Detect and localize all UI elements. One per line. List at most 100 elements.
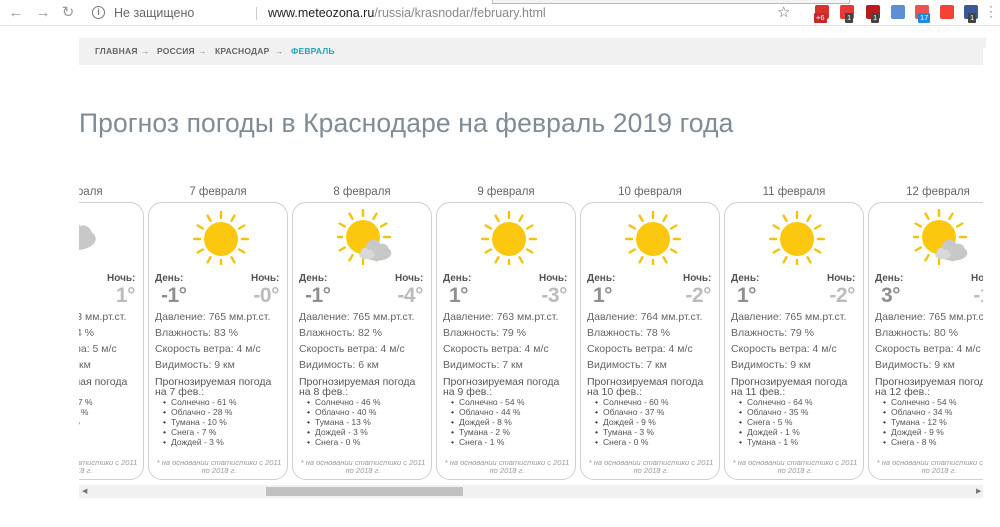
breadcrumb-home[interactable]: ГЛАВНАЯ bbox=[95, 38, 138, 65]
breadcrumb-russia[interactable]: РОССИЯ bbox=[157, 38, 195, 65]
extension-cart-icon[interactable] bbox=[891, 5, 905, 19]
statistics-note: * на основании статистики с 2011 по 2018… bbox=[588, 458, 714, 475]
weather-stat: Давление: 763 мм.рт.ст. bbox=[443, 311, 559, 323]
day-column: 9 февраля День: Ночь: 1° -3° Давление: 763 мм… bbox=[436, 180, 576, 480]
bookmark-star-icon[interactable]: ☆ bbox=[777, 3, 790, 21]
breadcrumb-separator: → bbox=[275, 46, 284, 56]
day-temperature: 3° bbox=[881, 284, 901, 307]
forecast-title: Прогнозируемая погода на 6 фев.: bbox=[79, 376, 128, 388]
back-arrow-icon[interactable]: ← bbox=[6, 3, 26, 23]
weather-stat: Скорость ветра: 4 м/с bbox=[875, 343, 981, 355]
forecast-item: Облачно - 28 % bbox=[163, 407, 287, 417]
extension-badge: 1 bbox=[845, 13, 854, 23]
day-column: 12 февраля День:Ночь:3°-1°Давление: 765 м… bbox=[868, 180, 986, 480]
extension-yandex-icon[interactable] bbox=[940, 5, 954, 19]
day-label: День: bbox=[731, 273, 760, 284]
night-label: Ночь: bbox=[683, 273, 712, 284]
day-card[interactable]: День: Ночь: -1° -0° Давление: 765 мм.рт.ст. В… bbox=[148, 202, 288, 480]
extension-badge: 1 bbox=[968, 13, 977, 23]
sun-icon bbox=[193, 210, 249, 265]
scrollbar-thumb[interactable] bbox=[266, 487, 463, 496]
forecast-item: Облачно - 40 % bbox=[307, 407, 431, 417]
weather-stat: Влажность: 79 % bbox=[443, 327, 526, 339]
forecast-item: Дождей - 9 % bbox=[883, 427, 986, 437]
reload-icon[interactable]: ↻ bbox=[58, 3, 78, 23]
forecast-item: Тумана - 13 % bbox=[307, 417, 431, 427]
weather-stat: Скорость ветра: 4 м/с bbox=[155, 343, 261, 355]
notification-overlay bbox=[492, 0, 850, 4]
day-card[interactable]: День:Ночь:1°Давление: 763 мм.рт.ст.Влажн… bbox=[79, 202, 144, 480]
forecast-item: Солнечно - 54 % bbox=[451, 397, 575, 407]
weather-stat: Скорость ветра: 4 м/с bbox=[587, 343, 693, 355]
scroll-left-arrow-icon[interactable]: ◀ bbox=[82, 486, 87, 497]
menu-icon[interactable]: · · · bbox=[988, 0, 994, 22]
forecast-list: Солнечно - 57 %Облачно - 30 %Дождей - 9 … bbox=[79, 397, 143, 437]
url-text[interactable]: www.meteozona.ru/russia/krasnodar/februa… bbox=[268, 3, 546, 23]
breadcrumb-krasnodar[interactable]: КРАСНОДАР bbox=[215, 38, 269, 65]
day-card[interactable]: День: Ночь: -1° -4° Давление: 765 мм.рт.ст. В… bbox=[292, 202, 432, 480]
day-card[interactable]: День:Ночь:3°-1°Давление: 765 мм.рт.ст.Вл… bbox=[868, 202, 986, 480]
breadcrumb-separator: → bbox=[198, 46, 207, 56]
forecast-list: Солнечно - 64 %Облачно - 35 %Снега - 5 %… bbox=[739, 397, 863, 447]
scroll-right-arrow-icon[interactable]: ▶ bbox=[976, 486, 981, 497]
forecast-item: Солнечно - 57 % bbox=[79, 397, 143, 407]
weather-stat: Влажность: 78 % bbox=[587, 327, 670, 339]
night-temperature: -2° bbox=[829, 284, 855, 307]
sun-icon bbox=[481, 210, 537, 265]
statistics-note: * на основании статистики с 2011 по 2018… bbox=[444, 458, 570, 475]
forecast-item: Облачно - 35 % bbox=[739, 407, 863, 417]
day-temperature: -1° bbox=[305, 284, 331, 307]
sun-cloud-icon bbox=[913, 209, 968, 265]
forecast-title: Прогнозируемая погода на 9 фев.: bbox=[443, 376, 560, 398]
night-temperature: 1° bbox=[115, 284, 136, 307]
forecast-item: Облачно - 44 % bbox=[451, 407, 575, 417]
day-label: День: bbox=[299, 273, 328, 284]
day-column: 7 февраля День: Ночь: -1° -0° Давление: 765 м… bbox=[148, 180, 288, 480]
vertical-scrollbar[interactable] bbox=[983, 48, 1000, 527]
forecast-item: Снега - 4 % bbox=[79, 427, 143, 437]
weather-stat: Давление: 765 мм.рт.ст. bbox=[875, 311, 986, 323]
night-temperature: -3° bbox=[541, 284, 567, 307]
day-card[interactable]: День: Ночь: 1° -2° Давление: 765 мм.рт.ст. Вл… bbox=[724, 202, 864, 480]
day-temperature: 1° bbox=[593, 284, 613, 307]
weather-stat: Влажность: 94 % bbox=[79, 327, 94, 339]
weather-stat: Влажность: 80 % bbox=[875, 327, 958, 339]
day-date: 12 февраля bbox=[906, 186, 970, 198]
extension-badge: 17 bbox=[918, 13, 931, 23]
forecast-item: Солнечно - 61 % bbox=[163, 397, 287, 407]
statistics-note: * на основании статистики с 2011 по 2018… bbox=[79, 458, 138, 475]
address-bar[interactable]: i Не защищено www.meteozona.ru/russia/kr… bbox=[88, 3, 798, 23]
info-icon[interactable]: i bbox=[92, 6, 105, 19]
weather-stat: Видимость: 9 км bbox=[875, 359, 955, 371]
breadcrumb-separator: → bbox=[141, 46, 150, 56]
horizontal-scrollbar[interactable]: ◀ ▶ bbox=[79, 485, 986, 498]
weather-stat: Влажность: 83 % bbox=[155, 327, 238, 339]
forecast-list: Солнечно - 61 %Облачно - 28 %Тумана - 10… bbox=[163, 397, 287, 447]
forward-arrow-icon[interactable]: → bbox=[33, 3, 53, 23]
forecast-title: Прогнозируемая погода на 10 фев.: bbox=[587, 376, 704, 398]
night-label: Ночь: bbox=[827, 273, 856, 284]
day-column: 11 февраля День: Ночь: 1° -2° Давление: 765 м… bbox=[724, 180, 864, 480]
day-temperature: 1° bbox=[449, 284, 469, 307]
night-temperature: -0° bbox=[253, 284, 279, 307]
forecast-item: Облачно - 34 % bbox=[883, 407, 986, 417]
forecast-item: Дождей - 3 % bbox=[307, 427, 431, 437]
forecast-item: Дождей - 9 % bbox=[595, 417, 719, 427]
day-date: 6 февраля bbox=[79, 186, 103, 198]
weather-stat: Видимость: 9 км bbox=[731, 359, 811, 371]
forecast-item: Снега - 8 % bbox=[883, 437, 986, 447]
weather-stat: Видимость: 6 км bbox=[299, 359, 379, 371]
day-temperature: 1° bbox=[737, 284, 757, 307]
forecast-strip[interactable]: 6 февраля День: Ночь: 1° Давление: 763 мм.рт… bbox=[79, 180, 986, 485]
statistics-note: * на основании статистики с 2011 по 2018… bbox=[732, 458, 858, 475]
forecast-item: Солнечно - 60 % bbox=[595, 397, 719, 407]
weather-stat: Давление: 763 мм.рт.ст. bbox=[79, 311, 127, 323]
day-card[interactable]: День: Ночь: 1° -3° Давление: 763 мм.рт.ст. Вл… bbox=[436, 202, 576, 480]
forecast-item: Снега - 7 % bbox=[163, 427, 287, 437]
extension-badge: 1 bbox=[871, 13, 880, 23]
forecast-item: Снега - 1 % bbox=[451, 437, 575, 447]
day-card[interactable]: День: Ночь: 1° -2° Давление: 764 мм.рт.ст. Вл… bbox=[580, 202, 720, 480]
forecast-list: Солнечно - 54 %Облачно - 44 %Дождей - 8 … bbox=[451, 397, 575, 447]
forecast-item: Снега - 5 % bbox=[739, 417, 863, 427]
sun-icon bbox=[625, 210, 681, 265]
